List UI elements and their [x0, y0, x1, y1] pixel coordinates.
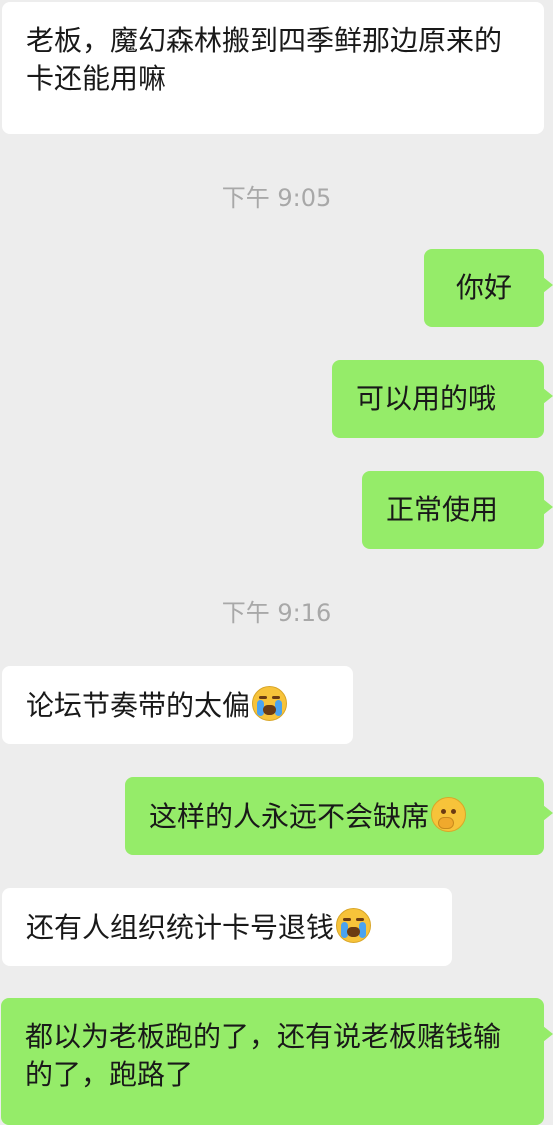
message-bubble-outgoing[interactable]: 正常使用	[362, 471, 553, 549]
message-text: 可以用的哦	[356, 382, 497, 415]
message-text: 论坛节奏带的太偏	[26, 689, 251, 722]
crying-face-emoji-icon	[336, 908, 372, 943]
message-bubble-outgoing[interactable]: 你好	[424, 249, 553, 327]
message-text: 你好	[455, 271, 512, 304]
chat-conversation: 老板，魔幻森林搬到四季鲜那边原来的卡还能用嘛 下午 9:05 你好 可以用的哦 …	[0, 0, 553, 1125]
message-bubble-incoming[interactable]: 论坛节奏带的太偏	[2, 666, 353, 744]
message-bubble-incoming[interactable]: 还有人组织统计卡号退钱	[2, 888, 452, 966]
message-bubble-outgoing[interactable]: 可以用的哦	[332, 360, 553, 438]
message-timestamp: 下午 9:16	[221, 599, 332, 627]
thinking-face-emoji-icon	[431, 797, 467, 832]
message-text: 正常使用	[386, 493, 499, 526]
crying-face-emoji-icon	[252, 686, 288, 721]
message-text: 还有人组织统计卡号退钱	[26, 911, 335, 944]
message-text: 老板，魔幻森林搬到四季鲜那边原来的卡还能用嘛	[26, 24, 503, 95]
message-bubble-incoming[interactable]: 老板，魔幻森林搬到四季鲜那边原来的卡还能用嘛	[2, 2, 544, 134]
message-timestamp: 下午 9:05	[221, 184, 332, 212]
message-bubble-outgoing[interactable]: 这样的人永远不会缺席	[125, 777, 553, 855]
message-text: 都以为老板跑的了，还有说老板赌钱输的了，跑路了	[25, 1020, 502, 1091]
message-bubble-outgoing[interactable]: 都以为老板跑的了，还有说老板赌钱输的了，跑路了	[1, 998, 553, 1125]
message-text: 这样的人永远不会缺席	[149, 800, 430, 833]
